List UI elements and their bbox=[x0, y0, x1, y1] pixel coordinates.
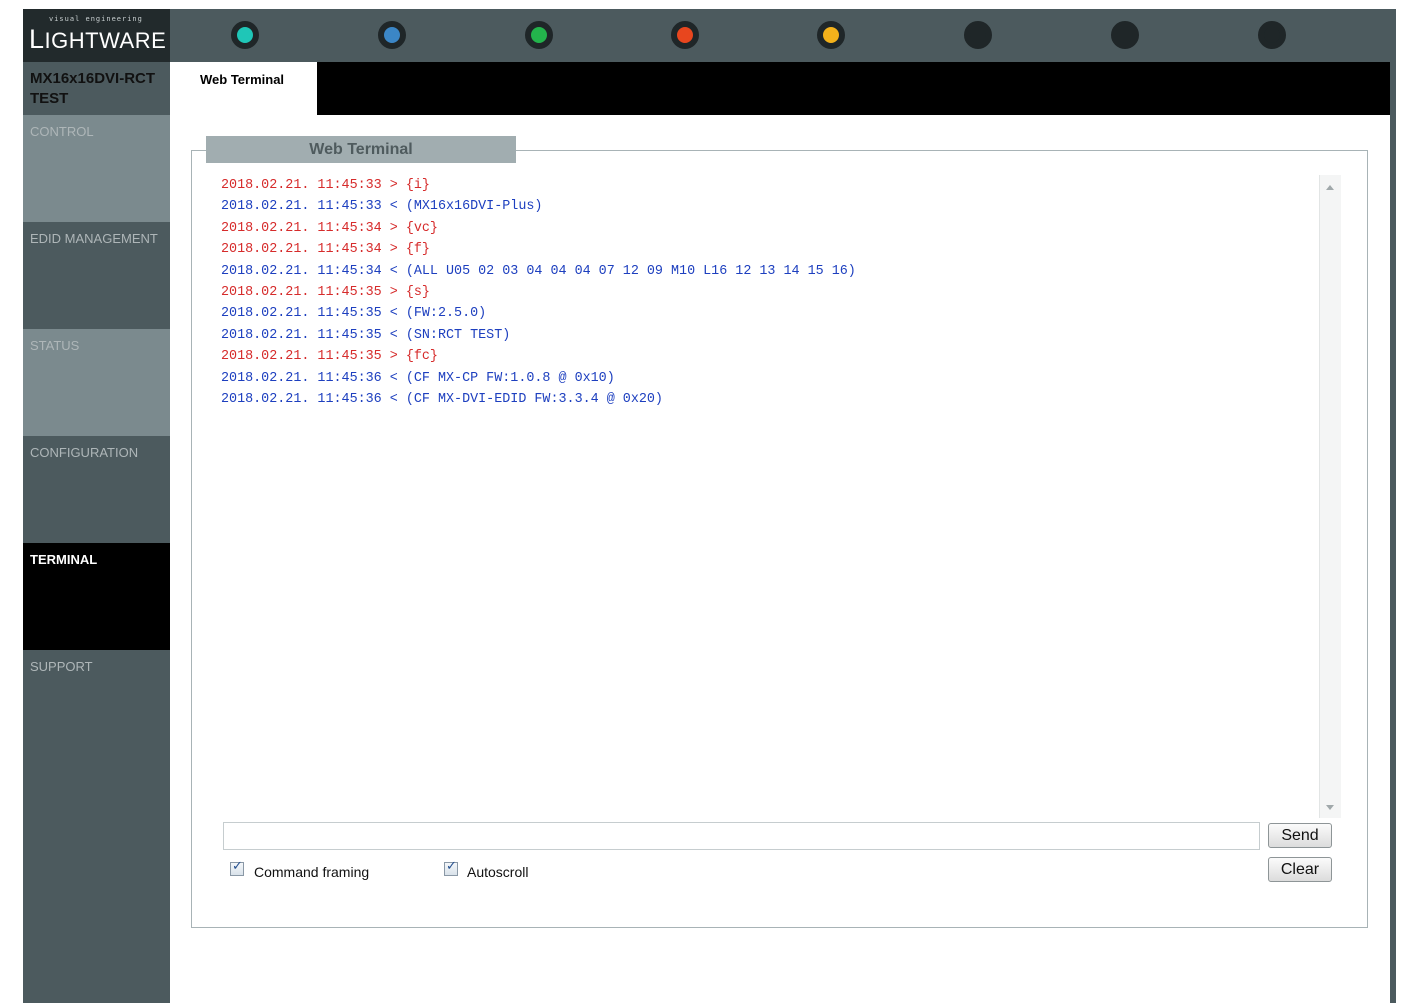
tab-bar: Web Terminal bbox=[170, 62, 1390, 115]
scroll-down-icon[interactable] bbox=[1326, 805, 1334, 810]
terminal-line: 2018.02.21. 11:45:34 > {vc} bbox=[221, 220, 438, 236]
terminal-line: 2018.02.21. 11:45:34 < (ALL U05 02 03 04… bbox=[221, 263, 856, 279]
terminal-line: 2018.02.21. 11:45:34 > {f} bbox=[221, 242, 430, 258]
device-name-label: MX16x16DVI-RCT TEST bbox=[30, 70, 156, 107]
terminal-line: 2018.02.21. 11:45:35 > {s} bbox=[221, 285, 430, 301]
status-dot-icon bbox=[817, 21, 845, 49]
autoscroll-checkbox[interactable] bbox=[444, 859, 458, 876]
right-edge bbox=[1390, 62, 1396, 1003]
logo-first-letter: L bbox=[29, 24, 45, 54]
status-dot-icon bbox=[1258, 21, 1286, 49]
menu-item-terminal[interactable]: TERMINAL bbox=[23, 543, 170, 650]
sidebar-fill bbox=[23, 757, 170, 1003]
status-dot-icon bbox=[671, 21, 699, 49]
menu-item-edid-management[interactable]: EDID MANAGEMENT bbox=[23, 222, 170, 329]
status-dot-icon bbox=[525, 21, 553, 49]
device-name: MX16x16DVI-RCT TEST bbox=[23, 62, 170, 115]
top-bar: visual engineering LIGHTWARE bbox=[23, 9, 1396, 62]
clear-button[interactable]: Clear bbox=[1268, 857, 1332, 882]
status-dot-icon bbox=[231, 21, 259, 49]
terminal-line: 2018.02.21. 11:45:33 < (MX16x16DVI-Plus) bbox=[221, 199, 543, 215]
command-framing-label: Command framing bbox=[254, 864, 370, 880]
terminal-line: 2018.02.21. 11:45:35 > {fc} bbox=[221, 349, 438, 365]
terminal-line: 2018.02.21. 11:45:33 > {i} bbox=[221, 178, 430, 193]
panel-title: Web Terminal bbox=[206, 136, 516, 163]
command-framing-checkbox[interactable] bbox=[230, 859, 244, 876]
terminal-line: 2018.02.21. 11:45:36 < (CF MX-DVI-EDID F… bbox=[221, 392, 663, 408]
command-input[interactable] bbox=[223, 822, 1260, 850]
app-frame: visual engineering LIGHTWARE MX16x16DVI-… bbox=[23, 9, 1396, 1003]
menu-item-support[interactable]: SUPPORT bbox=[23, 650, 170, 757]
menu-item-control[interactable]: CONTROL bbox=[23, 115, 170, 222]
send-button[interactable]: Send bbox=[1268, 823, 1332, 848]
logo-tagline: visual engineering bbox=[49, 15, 143, 23]
terminal-line: 2018.02.21. 11:45:36 < (CF MX-CP FW:1.0.… bbox=[221, 370, 615, 386]
status-dot-icon bbox=[964, 21, 992, 49]
status-dot-icon bbox=[1111, 21, 1139, 49]
menu-item-configuration[interactable]: CONFIGURATION bbox=[23, 436, 170, 543]
terminal-line: 2018.02.21. 11:45:35 < (SN:RCT TEST) bbox=[221, 327, 511, 343]
status-dot-icon bbox=[378, 21, 406, 49]
terminal-scrollbar[interactable] bbox=[1319, 175, 1341, 818]
lightware-logo: visual engineering LIGHTWARE bbox=[23, 9, 170, 62]
scroll-up-icon[interactable] bbox=[1326, 185, 1334, 190]
terminal-line: 2018.02.21. 11:45:35 < (FW:2.5.0) bbox=[221, 306, 487, 322]
logo-wordmark: IGHTWARE bbox=[44, 28, 167, 53]
tab-web-terminal[interactable]: Web Terminal bbox=[170, 62, 317, 115]
autoscroll-label: Autoscroll bbox=[467, 864, 529, 880]
menu-item-status[interactable]: STATUS bbox=[23, 329, 170, 436]
terminal-output[interactable]: 2018.02.21. 11:45:33 > {i} 2018.02.21. 11… bbox=[214, 175, 1340, 818]
